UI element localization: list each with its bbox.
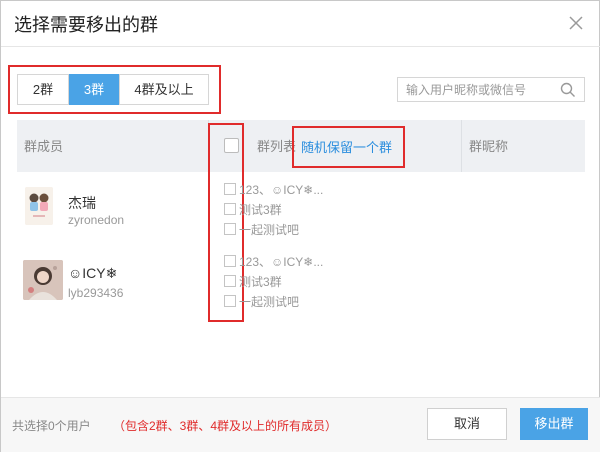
group-checkbox[interactable] [224, 223, 236, 235]
member-id: zyronedon [68, 213, 125, 227]
group-checkbox[interactable] [224, 183, 236, 195]
close-icon[interactable] [566, 13, 586, 33]
group-checkbox[interactable] [224, 295, 236, 307]
random-keep-one-group-link[interactable]: 随机保留一个群 [301, 137, 392, 156]
column-divider [461, 120, 462, 172]
tab-4-plus-groups[interactable]: 4群及以上 [119, 74, 209, 105]
tab-2-groups[interactable]: 2群 [17, 74, 69, 105]
search-icon[interactable] [560, 82, 576, 98]
group-name: 123、☺ICY❄... [239, 255, 324, 269]
avatar [23, 260, 63, 300]
group-name: 一起测试吧 [239, 223, 300, 237]
member-name: 杰瑞 [68, 195, 96, 211]
search-box [397, 77, 585, 102]
group-name: 测试3群 [239, 203, 282, 217]
group-checkbox[interactable] [224, 255, 236, 267]
header-group-nickname: 群昵称 [469, 139, 509, 154]
group-checkbox[interactable] [224, 203, 236, 215]
header-member: 群成员 [24, 139, 64, 154]
selection-note: （包含2群、3群、4群及以上的所有成员） [113, 419, 338, 433]
member-id: lyb293436 [68, 286, 124, 300]
remove-from-group-button[interactable]: 移出群 [520, 408, 588, 440]
remove-from-group-dialog: 选择需要移出的群 2群 3群 4群及以上 群成员 群列表 随机保留一个群 群昵称… [0, 0, 600, 452]
group-name: 一起测试吧 [239, 295, 300, 309]
search-input[interactable] [398, 78, 558, 101]
header-group-list: 群列表 [257, 139, 297, 154]
group-checkbox[interactable] [224, 275, 236, 287]
member-name: ☺ICY❄ [68, 265, 118, 281]
header-divider [1, 46, 600, 47]
dialog-title: 选择需要移出的群 [14, 15, 158, 35]
cancel-button[interactable]: 取消 [427, 408, 507, 440]
group-name: 123、☺ICY❄... [239, 183, 324, 197]
group-name: 测试3群 [239, 275, 282, 289]
tab-3-groups[interactable]: 3群 [69, 74, 119, 105]
selected-count-text: 共选择0个用户 [12, 419, 91, 433]
avatar [25, 187, 53, 225]
